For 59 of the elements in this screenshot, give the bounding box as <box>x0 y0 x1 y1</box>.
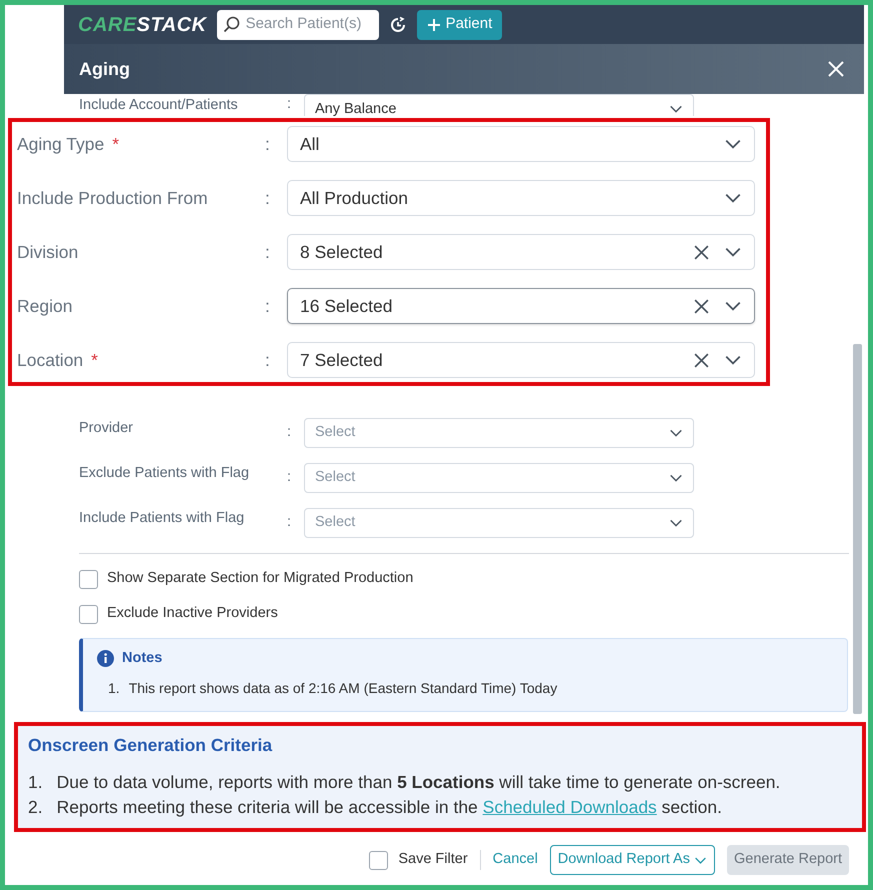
field-label: Region <box>17 296 72 316</box>
separator: : <box>287 513 292 532</box>
required-mark: * <box>112 134 120 154</box>
note-text: This report shows data as of 2:16 AM (Eastern Standard Time) Today <box>128 678 558 698</box>
separator: : <box>287 95 292 114</box>
close-button[interactable] <box>826 59 846 79</box>
separator: : <box>287 423 292 442</box>
history-icon[interactable] <box>388 16 407 34</box>
clear-icon[interactable] <box>693 244 710 260</box>
clear-icon[interactable] <box>693 352 710 368</box>
select-field[interactable]: All Production <box>287 180 755 216</box>
criteria-text: Reports meeting these criteria will be accessible in the Scheduled Downloads section. <box>56 796 722 820</box>
checkbox-label: Exclude Inactive Providers <box>107 604 278 624</box>
separator: : <box>265 240 271 264</box>
select-field[interactable]: Select <box>304 508 694 538</box>
list-number: 2. <box>28 796 43 820</box>
add-patient-button[interactable]: Patient <box>416 10 502 40</box>
field-label: Include Production From <box>17 188 208 208</box>
field-label: Aging Type <box>17 134 104 154</box>
field-label: Location <box>17 350 84 370</box>
separator: : <box>287 468 292 488</box>
checkbox-label: Save Filter <box>398 850 468 870</box>
checkbox[interactable] <box>369 850 388 870</box>
cancel-link[interactable]: Cancel <box>492 849 538 871</box>
info-icon <box>97 650 114 668</box>
scrollbar-thumb[interactable] <box>853 344 862 714</box>
checkbox[interactable] <box>79 570 98 588</box>
separator: : <box>265 132 271 156</box>
separator: : <box>265 294 271 318</box>
dialog-title: Aging <box>79 58 130 81</box>
field-label: Include Patients with Flag <box>79 509 246 528</box>
field-label: Provider <box>79 419 134 438</box>
select-field[interactable]: 8 Selected <box>287 234 755 270</box>
select-field[interactable]: Any Balance <box>304 94 694 116</box>
select-field[interactable]: 16 Selected <box>287 288 755 324</box>
select-field[interactable]: Select <box>304 463 694 493</box>
field-label: Exclude Patients with Flag <box>79 464 250 483</box>
list-number: 1. <box>28 771 43 794</box>
criteria-text: Due to data volume, reports with more than 5 Locations will take time to generate on-screen. <box>56 771 780 794</box>
checkbox[interactable] <box>79 604 98 624</box>
download-button[interactable]: Download Report As <box>550 845 715 875</box>
list-number: 1. <box>108 678 120 698</box>
plus-icon <box>426 18 441 32</box>
separator: : <box>265 348 271 372</box>
separator: : <box>265 186 271 210</box>
scheduled-downloads-link[interactable]: Scheduled Downloads <box>482 797 657 818</box>
required-mark: * <box>91 350 98 370</box>
logo: CARESTACK <box>78 12 207 38</box>
field-label: Include Account/Patients <box>79 96 239 115</box>
field-label: Division <box>17 242 78 262</box>
search-icon <box>222 16 240 33</box>
criteria-title: Onscreen Generation Criteria <box>28 734 274 757</box>
notes-title: Notes <box>122 649 162 668</box>
checkbox-label: Show Separate Section for Migrated Production <box>107 569 414 588</box>
search-field[interactable]: Search Patient(s) <box>216 10 379 40</box>
select-field[interactable]: 7 Selected <box>287 342 755 378</box>
select-field[interactable]: Select <box>304 418 694 448</box>
select-field[interactable]: All <box>287 126 755 162</box>
clear-icon[interactable] <box>693 298 710 314</box>
